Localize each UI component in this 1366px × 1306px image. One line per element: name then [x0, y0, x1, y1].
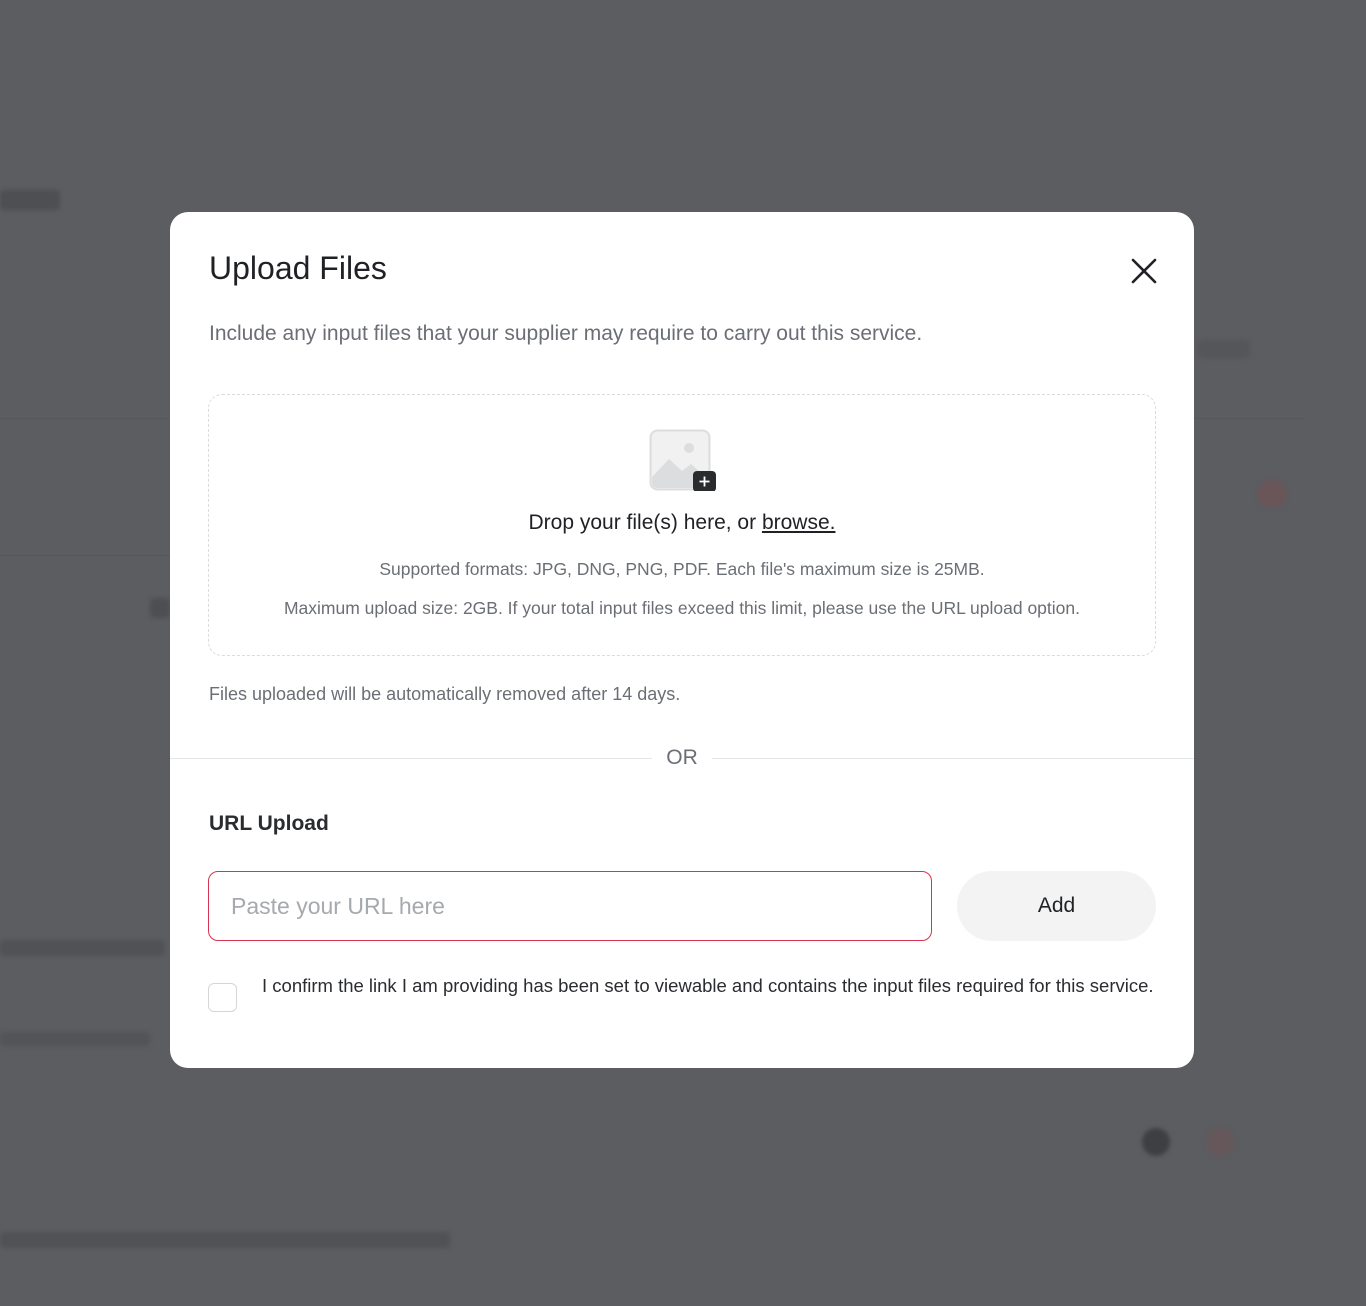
drop-text: Drop your file(s) here, or	[528, 511, 762, 534]
max-upload-size-text: Maximum upload size: 2GB. If your total …	[283, 598, 1080, 618]
background-text	[0, 190, 60, 210]
modal-subtitle: Include any input files that your suppli…	[209, 322, 923, 345]
close-icon	[1131, 258, 1157, 284]
confirm-link-checkbox[interactable]	[208, 983, 237, 1012]
browse-link[interactable]: browse.	[762, 511, 836, 534]
background-divider	[1194, 418, 1304, 419]
background-text	[0, 1232, 450, 1248]
divider-line-right	[712, 758, 1194, 759]
url-upload-heading: URL Upload	[209, 812, 329, 835]
image-add-icon	[649, 429, 717, 492]
close-button[interactable]	[1124, 252, 1164, 292]
background-text	[0, 940, 165, 956]
modal-title: Upload Files	[209, 250, 387, 286]
drop-instruction: Drop your file(s) here, or browse.	[209, 511, 1155, 535]
add-url-button[interactable]: Add	[957, 871, 1156, 941]
background-divider	[0, 418, 170, 419]
file-dropzone[interactable]: Drop your file(s) here, or browse. Suppo…	[208, 394, 1156, 656]
divider-line-left	[170, 758, 652, 759]
background-divider	[0, 555, 170, 556]
background-text	[150, 598, 170, 618]
or-separator-label: OR	[666, 746, 698, 769]
confirm-link-label: I confirm the link I am providing has be…	[262, 975, 1154, 996]
auto-removal-note: Files uploaded will be automatically rem…	[209, 684, 681, 704]
background-dot	[1258, 480, 1286, 508]
background-text	[0, 1032, 150, 1046]
upload-files-modal: Upload Files Include any input files tha…	[170, 212, 1194, 1068]
background-dot	[1142, 1128, 1170, 1156]
supported-formats-text: Supported formats: JPG, DNG, PNG, PDF. E…	[379, 559, 985, 579]
background-dot	[1206, 1128, 1234, 1156]
background-text	[1198, 340, 1250, 358]
url-input[interactable]	[208, 871, 932, 941]
